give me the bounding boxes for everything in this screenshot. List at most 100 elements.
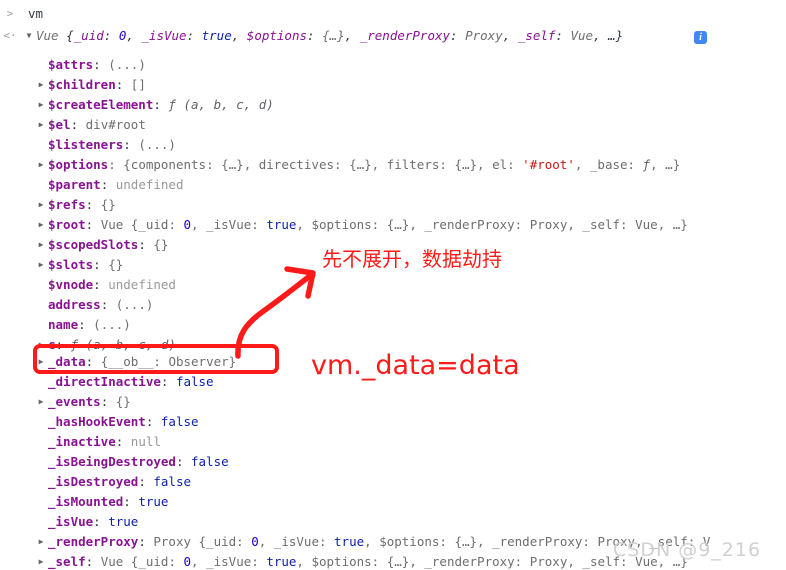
spacer-icon: ▶ xyxy=(36,472,46,492)
token: : xyxy=(100,297,116,312)
property-key: $root xyxy=(48,217,86,232)
expand-triangle-icon[interactable]: ▶ xyxy=(36,552,46,570)
token: : xyxy=(160,374,176,389)
property-key: $attrs xyxy=(48,57,94,72)
spacer-icon: ▶ xyxy=(36,412,46,432)
token: : xyxy=(123,494,139,509)
property-key: _data xyxy=(48,354,86,369)
token: : xyxy=(93,277,109,292)
prompt-chevron-icon: > xyxy=(6,7,14,20)
token: { xyxy=(66,28,74,43)
token: Vue xyxy=(635,217,658,232)
token: , _isVue: xyxy=(258,534,335,549)
token: ƒ (a, b, c, d) xyxy=(168,97,274,112)
token: : xyxy=(115,77,131,92)
token: : xyxy=(555,28,571,43)
token: Proxy { xyxy=(153,534,207,549)
token: true xyxy=(266,554,297,569)
expand-triangle-icon[interactable]: ▶ xyxy=(36,75,46,95)
property-key: $el xyxy=(48,117,71,132)
token: undefined xyxy=(115,177,184,192)
property-key: $scopedSlots xyxy=(48,237,139,252)
token: {} xyxy=(108,257,124,272)
result-object-summary: Vue {_uid: 0, _isVue: true, $options: {…… xyxy=(36,26,623,46)
token: : xyxy=(55,337,71,352)
token: undefined xyxy=(108,277,176,292)
token: : xyxy=(236,534,252,549)
token: _self xyxy=(517,28,556,43)
token: : xyxy=(93,514,109,529)
expand-triangle-icon[interactable]: ▶ xyxy=(36,392,46,412)
expand-triangle-icon[interactable]: ▼ xyxy=(24,26,34,46)
token: , directives: xyxy=(243,157,350,172)
expand-triangle-icon[interactable]: ▶ xyxy=(36,195,46,215)
spacer-icon: ▶ xyxy=(36,135,46,155)
console-input-expression: vm xyxy=(28,6,44,21)
token: : xyxy=(186,28,202,43)
token: Proxy xyxy=(529,554,568,569)
expand-triangle-icon[interactable]: ▶ xyxy=(36,255,46,275)
token: {…} xyxy=(349,157,372,172)
token: true xyxy=(108,514,139,529)
token: true xyxy=(266,217,297,232)
property-key: $slots xyxy=(48,257,94,272)
token: null xyxy=(130,434,161,449)
spacer-icon: ▶ xyxy=(36,315,46,335)
expand-triangle-icon[interactable]: ▶ xyxy=(36,352,46,372)
token: Vue { xyxy=(100,554,139,569)
token: , xyxy=(502,28,518,43)
token: : xyxy=(93,257,109,272)
token: , _renderProxy: xyxy=(409,554,530,569)
token: : xyxy=(123,137,139,152)
token: : xyxy=(115,434,131,449)
expand-triangle-icon[interactable]: ▶ xyxy=(36,532,46,552)
token: (...) xyxy=(93,317,131,332)
token: [] xyxy=(130,77,146,92)
expand-triangle-icon[interactable]: ▶ xyxy=(36,95,46,115)
expand-triangle-icon[interactable]: ▶ xyxy=(36,155,46,175)
token: : xyxy=(70,117,86,132)
spacer-icon: ▶ xyxy=(36,295,46,315)
spacer-icon: ▶ xyxy=(36,512,46,532)
token: , xyxy=(231,28,247,43)
token: , _isVue: xyxy=(191,217,267,232)
token: , el: xyxy=(477,157,523,172)
token: , xyxy=(344,28,360,43)
token: , …} xyxy=(650,157,681,172)
property-key: address xyxy=(48,297,101,312)
spacer-icon: ▶ xyxy=(36,432,46,452)
token: __ob__ xyxy=(108,354,154,369)
token: , $options: xyxy=(296,554,387,569)
token: Vue xyxy=(36,28,67,43)
token: $options xyxy=(246,28,308,43)
property-key: _inactive xyxy=(48,434,116,449)
expand-triangle-icon[interactable]: ▶ xyxy=(36,115,46,135)
token: , _renderProxy: xyxy=(477,534,598,549)
token: , xyxy=(126,28,142,43)
property-key: _isDestroyed xyxy=(48,474,139,489)
token: : xyxy=(153,354,169,369)
property-key: _isBeingDestroyed xyxy=(48,454,176,469)
token: {…} xyxy=(221,157,244,172)
token: {} xyxy=(100,197,116,212)
token: div#root xyxy=(85,117,146,132)
spacer-icon: ▶ xyxy=(36,492,46,512)
token: 0 xyxy=(183,217,192,232)
token: Vue { xyxy=(100,217,139,232)
annotation-arrow-icon xyxy=(235,266,316,359)
token: false xyxy=(153,474,192,489)
token: : xyxy=(85,197,101,212)
token: {…} xyxy=(322,28,345,43)
info-icon[interactable]: i xyxy=(694,31,707,44)
token: {…} xyxy=(386,554,410,569)
token: : xyxy=(78,317,94,332)
property-key: _self xyxy=(48,554,86,569)
property-key: $listeners xyxy=(48,137,124,152)
expand-triangle-icon[interactable]: ▶ xyxy=(36,215,46,235)
token: Vue xyxy=(570,28,594,43)
token: , _self: xyxy=(567,217,636,232)
token: : xyxy=(175,454,191,469)
expand-triangle-icon[interactable]: ▶ xyxy=(36,235,46,255)
property-key: _hasHookEvent xyxy=(48,414,146,429)
token: true xyxy=(334,534,365,549)
